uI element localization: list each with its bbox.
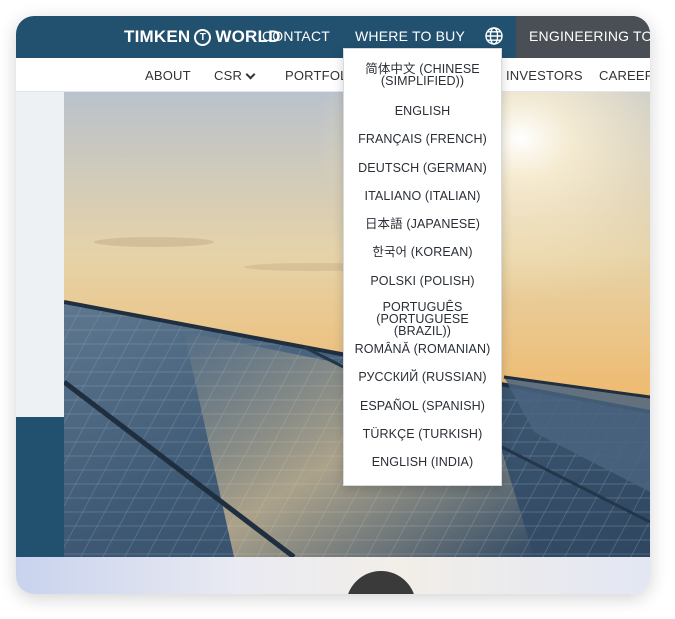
language-option-turkish[interactable]: TÜRKÇE (TURKISH) <box>344 426 501 454</box>
language-option-english-india[interactable]: ENGLISH (INDIA) <box>344 454 501 482</box>
hero-side-accent <box>16 417 64 557</box>
language-option-german[interactable]: DEUTSCH (GERMAN) <box>344 160 501 188</box>
globe-icon[interactable] <box>484 26 504 46</box>
language-option-polish[interactable]: POLSKI (POLISH) <box>344 273 501 301</box>
engineering-tools-button[interactable]: ENGINEERING TOOLS <box>516 16 650 58</box>
language-option-portuguese[interactable]: PORTUGUÊS (PORTUGUESE (BRAZIL)) <box>344 301 501 341</box>
nav-about[interactable]: ABOUT <box>145 68 191 83</box>
contact-link[interactable]: CONTACT <box>262 28 330 44</box>
browser-viewport: TIMKEN T WORLD CONTACT WHERE TO BUY ENGI… <box>16 16 650 594</box>
language-option-japanese[interactable]: 日本語 (JAPANESE) <box>344 216 501 244</box>
language-option-russian[interactable]: РУССКИЙ (RUSSIAN) <box>344 369 501 397</box>
language-option-romanian[interactable]: ROMÂNĂ (ROMANIAN) <box>344 341 501 369</box>
secondary-nav: ABOUT CSR PORTFOLIO INVESTORS CAREERS <box>16 58 650 92</box>
language-option-spanish[interactable]: ESPAÑOL (SPANISH) <box>344 398 501 426</box>
language-dropdown: 简体中文 (CHINESE (SIMPLIFIED)) ENGLISH FRAN… <box>343 48 502 486</box>
where-to-buy-link[interactable]: WHERE TO BUY <box>355 28 465 44</box>
language-option-italian[interactable]: ITALIANO (ITALIAN) <box>344 188 501 216</box>
hero-side-panel <box>16 92 64 417</box>
logo-mark-icon: T <box>194 28 212 46</box>
top-nav-bar: TIMKEN T WORLD CONTACT WHERE TO BUY ENGI… <box>16 16 650 58</box>
logo-text-left: TIMKEN <box>124 27 191 46</box>
language-option-chinese[interactable]: 简体中文 (CHINESE (SIMPLIFIED)) <box>344 63 501 103</box>
person-silhouette <box>346 571 416 594</box>
nav-careers[interactable]: CAREERS <box>599 68 650 83</box>
nav-csr[interactable]: CSR <box>214 68 256 83</box>
nav-investors[interactable]: INVESTORS <box>506 68 583 83</box>
next-section-image <box>16 557 650 594</box>
language-option-french[interactable]: FRANÇAIS (FRENCH) <box>344 131 501 159</box>
nav-csr-label: CSR <box>214 68 243 83</box>
timken-world-logo[interactable]: TIMKEN T WORLD <box>124 25 281 49</box>
language-option-korean[interactable]: 한국어 (KOREAN) <box>344 244 501 272</box>
language-option-english[interactable]: ENGLISH <box>344 103 501 131</box>
chevron-down-icon <box>245 69 256 80</box>
